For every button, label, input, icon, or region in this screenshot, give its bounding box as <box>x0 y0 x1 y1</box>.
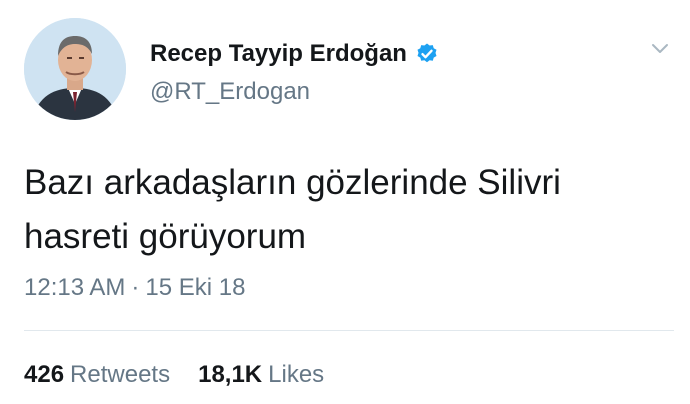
author-display-name[interactable]: Recep Tayyip Erdoğan <box>150 40 407 68</box>
retweets-stat[interactable]: 426 Retweets <box>24 361 170 389</box>
likes-label: Likes <box>268 361 325 388</box>
verified-badge-icon <box>415 42 439 66</box>
likes-stat[interactable]: 18,1K Likes <box>198 361 324 389</box>
chevron-down-icon[interactable] <box>650 38 670 58</box>
tweet-time: 12:13 AM <box>24 274 126 301</box>
avatar-photo-icon <box>24 18 126 120</box>
tweet-date: 15 Eki 18 <box>145 274 246 301</box>
tweet-timestamp[interactable]: 12:13 AM · 15 Eki 18 <box>24 274 245 302</box>
likes-count: 18,1K <box>198 361 263 388</box>
tweet-card: Recep Tayyip Erdoğan @RT_Erdogan Bazı ar… <box>0 0 690 404</box>
tweet-text: Bazı arkadaşların gözlerinde Silivri has… <box>24 163 561 256</box>
divider <box>24 330 674 331</box>
author-handle[interactable]: @RT_Erdogan <box>150 78 310 106</box>
avatar[interactable] <box>24 18 126 120</box>
tweet-stats: 426 Retweets 18,1K Likes <box>24 361 324 389</box>
retweets-label: Retweets <box>70 361 171 388</box>
retweets-count: 426 <box>24 361 65 388</box>
author-name-row: Recep Tayyip Erdoğan <box>150 40 439 68</box>
timestamp-separator: · <box>131 274 140 301</box>
